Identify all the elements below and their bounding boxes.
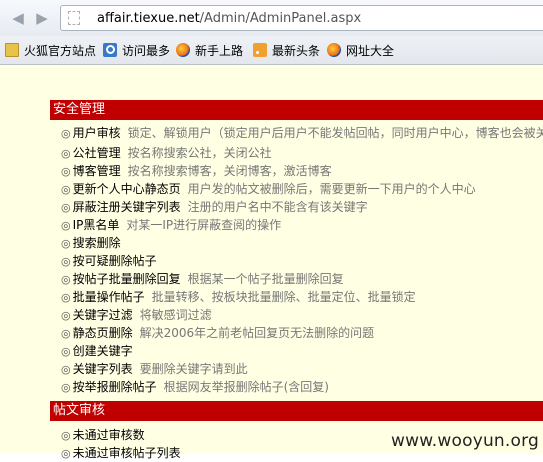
rss-icon bbox=[253, 43, 267, 57]
list-item: ◎ 屏蔽注册关键字列表 注册的用户名中不能含有该关键字 bbox=[61, 199, 368, 216]
bullet-icon: ◎ bbox=[61, 255, 71, 268]
list-item: ◎ 博客管理 按名称搜索博客，关闭博客，激活博客 bbox=[61, 163, 332, 180]
bookmark-most-visited[interactable]: 访问最多 bbox=[103, 42, 170, 58]
link-user-review[interactable]: 用户审核 bbox=[73, 126, 121, 140]
link-update-user-center[interactable]: 更新个人中心静态页 bbox=[73, 182, 181, 196]
folder-icon bbox=[5, 43, 19, 57]
bookmark-label: 访问最多 bbox=[122, 43, 171, 58]
list-item: ◎ IP黑名单 对某一IP进行屏蔽查阅的操作 bbox=[61, 217, 281, 234]
bookmark-label: 网址大全 bbox=[346, 43, 395, 58]
link-bulk-delete-replies[interactable]: 按帖子批量删除回复 bbox=[73, 272, 181, 286]
url-path: /Admin/AdminPanel.aspx bbox=[199, 11, 362, 26]
bullet-icon: ◎ bbox=[61, 147, 71, 160]
bullet-icon: ◎ bbox=[61, 309, 71, 322]
item-description: 锁定、解锁用户（锁定用户后用户不能发帖回帖，同时用户中心，博客也会被关闭 bbox=[127, 126, 543, 140]
bookmark-firefox-official[interactable]: 火狐官方站点 bbox=[5, 42, 96, 58]
bookmark-getting-started[interactable]: 新手上路 bbox=[176, 42, 243, 58]
item-description: 根据某一个帖子批量删除回复 bbox=[187, 272, 344, 286]
list-item: ◎ 按可疑删除帖子 bbox=[61, 253, 157, 270]
list-item: ◎ 按帖子批量删除回复 根据某一个帖子批量删除回复 bbox=[61, 271, 344, 288]
url-text: affair.tiexue.net/Admin/AdminPanel.aspx bbox=[97, 11, 361, 26]
item-description: 用户发的帖文被删除后，需要更新一下用户的个人中心 bbox=[187, 182, 476, 196]
link-keyword-list[interactable]: 关键字列表 bbox=[73, 362, 133, 376]
bullet-icon: ◎ bbox=[61, 165, 71, 178]
link-unapproved-post-list[interactable]: 未通过审核帖子列表 bbox=[73, 446, 181, 460]
bookmark-label: 新手上路 bbox=[195, 43, 244, 58]
list-item: ◎ 搜索删除 bbox=[61, 235, 121, 252]
item-description: 解决2006年之前老帖回复页无法删除的问题 bbox=[139, 326, 375, 340]
item-description: 要删除关键字请到此 bbox=[139, 362, 248, 376]
forward-arrow-icon[interactable]: ▶ bbox=[34, 8, 50, 28]
link-delete-suspicious-posts[interactable]: 按可疑删除帖子 bbox=[73, 254, 157, 268]
admin-panel-page: 安全管理 ◎ 用户审核 锁定、解锁用户（锁定用户后用户不能发帖回帖，同时用户中心，博… bbox=[0, 65, 543, 460]
bookmark-label: 最新头条 bbox=[272, 43, 321, 58]
bullet-icon: ◎ bbox=[61, 327, 71, 340]
address-bar[interactable]: affair.tiexue.net/Admin/AdminPanel.aspx bbox=[60, 5, 543, 31]
link-unapproved-count[interactable]: 未通过审核数 bbox=[73, 428, 145, 442]
bullet-icon: ◎ bbox=[61, 291, 71, 304]
list-item: ◎ 公社管理 按名称搜索公社，关闭公社 bbox=[61, 145, 272, 162]
bullet-icon: ◎ bbox=[61, 201, 71, 214]
list-item: ◎ 静态页删除 解决2006年之前老帖回复页无法删除的问题 bbox=[61, 325, 374, 342]
item-description: 按名称搜索公社，关闭公社 bbox=[127, 146, 272, 160]
item-description: 对某一IP进行屏蔽查阅的操作 bbox=[126, 218, 282, 232]
section-header-post-review: 帖文审核 bbox=[50, 401, 543, 421]
link-ip-blacklist[interactable]: IP黑名单 bbox=[73, 218, 120, 232]
item-description: 注册的用户名中不能含有该关键字 bbox=[187, 200, 368, 214]
bullet-icon: ◎ bbox=[61, 363, 71, 376]
bullet-icon: ◎ bbox=[61, 183, 71, 196]
firefox-icon bbox=[327, 43, 341, 57]
list-item: ◎ 更新个人中心静态页 用户发的帖文被删除后，需要更新一下用户的个人中心 bbox=[61, 181, 476, 198]
bullet-icon: ◎ bbox=[61, 127, 71, 140]
search-icon bbox=[103, 43, 117, 57]
link-blog-management[interactable]: 博客管理 bbox=[73, 164, 121, 178]
bullet-icon: ◎ bbox=[61, 219, 71, 232]
list-item: ◎ 用户审核 锁定、解锁用户（锁定用户后用户不能发帖回帖，同时用户中心，博客也会被关… bbox=[61, 125, 543, 142]
link-create-keyword[interactable]: 创建关键字 bbox=[73, 344, 133, 358]
watermark: www.wooyun.org bbox=[391, 431, 539, 451]
link-blocked-register-keywords[interactable]: 屏蔽注册关键字列表 bbox=[73, 200, 181, 214]
bullet-icon: ◎ bbox=[61, 237, 71, 250]
item-description: 按名称搜索博客，关闭博客，激活博客 bbox=[127, 164, 332, 178]
bullet-icon: ◎ bbox=[61, 273, 71, 286]
list-item: ◎ 关键字列表 要删除关键字请到此 bbox=[61, 361, 248, 378]
item-description: 将敏感词过滤 bbox=[139, 308, 212, 322]
bookmark-url-directory[interactable]: 网址大全 bbox=[327, 42, 394, 58]
link-search-delete[interactable]: 搜索删除 bbox=[73, 236, 121, 250]
bullet-icon: ◎ bbox=[61, 429, 71, 442]
list-item: ◎ 按举报删除帖子 根据网友举报删除帖子(含回复) bbox=[61, 379, 329, 396]
item-description: 根据网友举报删除帖子(含回复) bbox=[163, 380, 329, 394]
bookmark-latest-headlines[interactable]: 最新头条 bbox=[253, 42, 320, 58]
list-item: ◎ 未通过审核帖子列表 bbox=[61, 445, 181, 462]
link-delete-by-report[interactable]: 按举报删除帖子 bbox=[73, 380, 157, 394]
list-item: ◎ 关键字过滤 将敏感词过滤 bbox=[61, 307, 212, 324]
url-domain: affair.tiexue.net bbox=[97, 11, 200, 26]
bullet-icon: ◎ bbox=[61, 447, 71, 460]
list-item: ◎ 未通过审核数 bbox=[61, 427, 145, 444]
list-item: ◎ 创建关键字 bbox=[61, 343, 133, 360]
bookmark-label: 火狐官方站点 bbox=[24, 43, 97, 58]
link-bulk-post-operations[interactable]: 批量操作帖子 bbox=[73, 290, 145, 304]
link-keyword-filter[interactable]: 关键字过滤 bbox=[73, 308, 133, 322]
section-header-security: 安全管理 bbox=[50, 100, 543, 120]
list-item: ◎ 批量操作帖子 批量转移、按板块批量删除、批量定位、批量锁定 bbox=[61, 289, 416, 306]
bookmarks-toolbar: 火狐官方站点 访问最多 新手上路 最新头条 网址大全 bbox=[0, 36, 543, 65]
link-commune-management[interactable]: 公社管理 bbox=[73, 146, 121, 160]
firefox-icon bbox=[176, 43, 190, 57]
back-arrow-icon[interactable]: ◀ bbox=[10, 8, 26, 28]
item-description: 批量转移、按板块批量删除、批量定位、批量锁定 bbox=[151, 290, 416, 304]
navigation-toolbar: ◀ ▶ affair.tiexue.net/Admin/AdminPanel.a… bbox=[0, 0, 543, 36]
link-static-page-delete[interactable]: 静态页删除 bbox=[73, 326, 133, 340]
bullet-icon: ◎ bbox=[61, 381, 71, 394]
bullet-icon: ◎ bbox=[61, 345, 71, 358]
page-favicon-icon bbox=[68, 11, 80, 25]
